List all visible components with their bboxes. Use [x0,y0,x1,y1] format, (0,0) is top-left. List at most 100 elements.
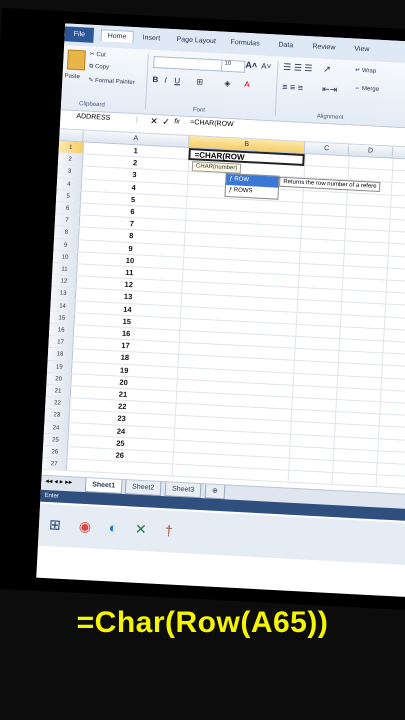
cell-d[interactable] [348,156,394,170]
cell-d[interactable] [337,351,384,365]
cell-c[interactable] [294,336,341,351]
row-header[interactable]: 10 [52,250,79,264]
paste-label[interactable]: Paste [64,73,80,80]
row-header[interactable]: 14 [50,299,76,313]
cell-d[interactable] [344,229,390,243]
cut-button[interactable]: ✂ Cut [90,51,106,59]
cell-d[interactable] [341,278,388,292]
align-left-icon[interactable]: ≡ ≡ ≡ [282,82,303,93]
row-header[interactable]: 8 [54,226,80,239]
cell-c[interactable] [292,385,338,400]
new-sheet-icon[interactable]: ⊕ [204,484,226,500]
tab-view[interactable]: View [348,43,376,55]
cell-c[interactable] [287,470,334,485]
shrink-font-icon[interactable]: A˅ [261,62,271,72]
cell-d[interactable] [343,241,390,256]
font-name-box[interactable] [153,56,224,72]
format-painter-button[interactable]: ✎ Format Painter [88,77,135,86]
wrap-text-button[interactable]: ↵ Wrap [355,67,376,75]
cell-c[interactable] [289,434,336,448]
sheet-nav-icon[interactable]: ◂◂ ◂ ▸ ▸▸ [45,477,72,486]
edge-icon[interactable]: ◐ [102,517,123,538]
row-header[interactable]: 20 [46,372,72,386]
cell-d[interactable] [332,448,379,463]
cell-d[interactable] [332,460,378,475]
cell-c[interactable] [290,422,336,436]
cell-c[interactable] [293,361,339,375]
merge-button[interactable]: ⇔ Merge [354,86,379,93]
tab-home[interactable]: Home [100,29,134,43]
font-size-box[interactable]: 10 [220,59,246,73]
cell-d[interactable] [331,473,378,487]
row-header[interactable]: 22 [45,397,71,410]
cell-c[interactable] [300,214,347,229]
row-header[interactable]: 2 [57,153,84,166]
cell-d[interactable] [335,387,382,402]
cell-c[interactable] [298,263,344,278]
cell-c[interactable] [295,312,342,326]
cell-c[interactable] [301,202,348,217]
cell-c[interactable] [300,227,346,241]
row-header[interactable]: 19 [47,360,73,373]
row-header[interactable]: 25 [43,433,69,447]
italic-button[interactable]: I [164,76,167,85]
row-header[interactable]: 6 [55,202,81,215]
enter-icon[interactable]: ✓ [162,117,170,128]
cell-d[interactable] [341,290,387,304]
tab-data[interactable]: Data [272,39,299,51]
row-header[interactable]: 12 [51,275,78,288]
cell-c[interactable] [291,397,337,412]
orientation-icon[interactable]: ↗ [323,64,331,75]
windows-start-icon[interactable]: ⊞ [45,514,66,535]
insert-function-icon[interactable]: fx [174,118,180,125]
font-color-icon[interactable]: A [244,80,250,89]
row-header[interactable]: 5 [55,189,82,203]
cell-d[interactable] [333,436,379,451]
cell-c[interactable] [288,458,334,473]
row-header[interactable]: 15 [49,311,76,325]
row-header[interactable]: 7 [54,214,81,227]
cell-d[interactable] [340,302,386,317]
formula-input[interactable]: =CHAR(ROW [190,119,234,128]
cell-d[interactable] [339,326,385,341]
row-header[interactable]: 3 [57,165,83,179]
cell-d[interactable] [337,363,383,377]
cell-c[interactable] [288,446,335,460]
row-header[interactable]: 9 [53,238,79,252]
tab-formulas[interactable]: Formulas [224,37,266,50]
row-header[interactable]: 23 [44,409,71,422]
indent-icon[interactable]: ⇤⇥ [322,84,338,96]
chrome-icon[interactable]: ◉ [74,516,95,537]
copy-button[interactable]: ⧉ Copy [89,64,109,72]
cell-d[interactable] [338,339,385,353]
row-header[interactable]: 11 [52,263,78,276]
cell-c[interactable] [304,154,350,168]
row-header[interactable]: 13 [50,287,77,300]
row-header[interactable]: 21 [45,384,72,398]
bold-button[interactable]: B [152,75,158,84]
excel-icon[interactable]: ✕ [130,518,151,539]
cell-d[interactable] [346,192,392,207]
autocomplete-item[interactable]: ƒ ROWS [225,185,278,199]
cell-c[interactable] [295,324,341,339]
row-header[interactable]: 26 [42,445,69,459]
row-header[interactable]: 1 [58,141,85,154]
cell-d[interactable] [345,205,392,219]
tab-page-layout[interactable]: Page Layout [170,34,222,48]
cell-c[interactable] [293,348,340,363]
row-header[interactable]: 18 [47,348,74,361]
cell-c[interactable] [292,373,339,387]
cell-d[interactable] [344,217,391,231]
paste-icon[interactable] [66,49,86,71]
fill-color-icon[interactable]: ◈ [224,79,231,88]
cell-d[interactable] [334,424,380,438]
cancel-icon[interactable]: ✕ [150,116,158,127]
cell-c[interactable] [297,275,344,290]
cell-d[interactable] [336,375,383,390]
row-header[interactable]: 24 [43,421,70,434]
row-header[interactable]: 4 [56,177,83,191]
cell-c[interactable] [290,409,337,424]
cell-d[interactable] [342,265,388,280]
tab-review[interactable]: Review [306,41,341,54]
row-header[interactable]: 27 [41,457,68,471]
